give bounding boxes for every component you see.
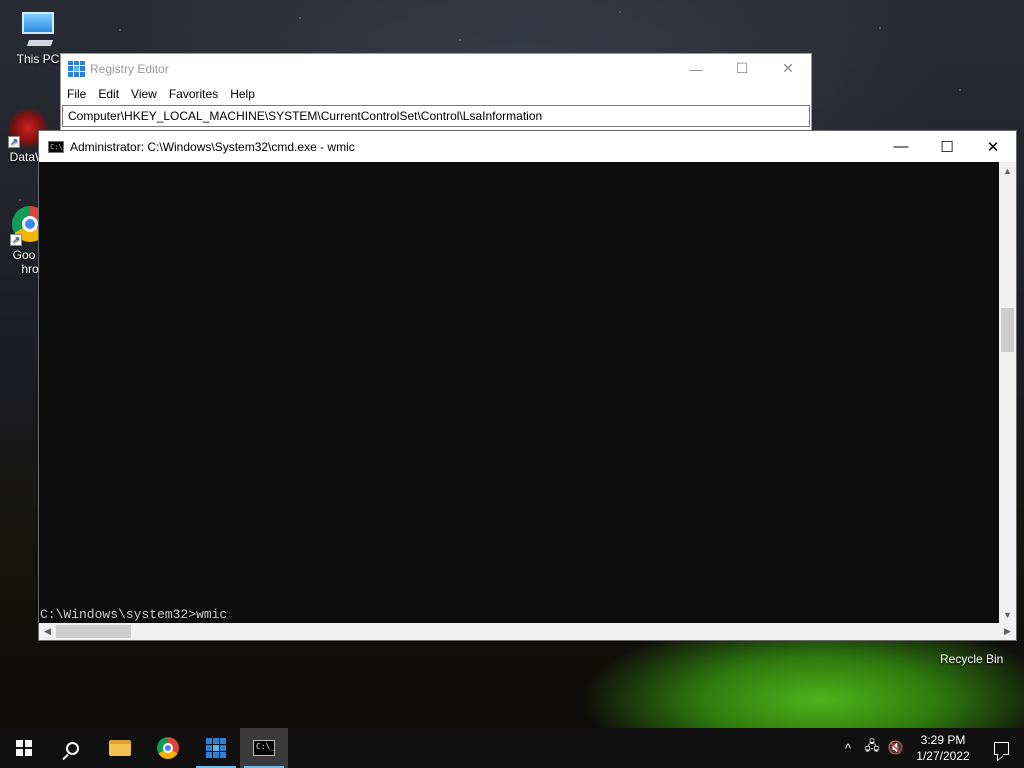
scroll-right-icon[interactable]: ▶ (999, 623, 1016, 640)
menu-view[interactable]: View (131, 87, 157, 101)
show-hidden-icons-chevron-icon[interactable]: ^ (836, 741, 860, 756)
registry-editor-icon (206, 738, 226, 758)
clock-time: 3:29 PM (920, 733, 966, 747)
shortcut-arrow-icon: ↗ (10, 234, 22, 246)
desktop-icon-this-pc[interactable]: This PC (8, 10, 68, 66)
menu-edit[interactable]: Edit (98, 87, 119, 101)
regedit-maximize-button[interactable]: ☐ (719, 54, 765, 83)
regedit-close-button[interactable]: ✕ (765, 54, 811, 83)
taskbar-chrome[interactable] (144, 728, 192, 768)
clock[interactable]: 3:29 PM 1/27/2022 (908, 732, 978, 764)
cmd-console[interactable]: C:\Windows\system32>wmic (39, 162, 999, 623)
shortcut-arrow-icon: ↗ (8, 136, 20, 148)
chrome-icon (157, 737, 179, 759)
regedit-menubar: File Edit View Favorites Help (61, 83, 811, 105)
network-icon[interactable]: 🖧 (860, 737, 884, 759)
menu-help[interactable]: Help (230, 87, 255, 101)
taskbar: C:\_ ^ 🖧 🔇 3:29 PM 1/27/2022 (0, 728, 1024, 768)
windows-logo-icon (16, 740, 32, 756)
menu-file[interactable]: File (67, 87, 86, 101)
cmd-minimize-button[interactable]: — (878, 131, 924, 162)
taskbar-command-prompt[interactable]: C:\_ (240, 728, 288, 768)
scroll-down-icon[interactable]: ▼ (999, 606, 1016, 623)
cmd-icon: C:\_ (253, 740, 275, 756)
taskbar-registry-editor[interactable] (192, 728, 240, 768)
regedit-address-bar[interactable]: Computer\HKEY_LOCAL_MACHINE\SYSTEM\Curre… (62, 105, 810, 127)
system-tray: ^ 🖧 🔇 3:29 PM 1/27/2022 (836, 728, 1024, 768)
notification-icon (993, 741, 1009, 755)
cmd-maximize-button[interactable]: ☐ (924, 131, 970, 162)
volume-muted-icon[interactable]: 🔇 (884, 740, 908, 756)
start-button[interactable] (0, 728, 48, 768)
regedit-titlebar[interactable]: Registry Editor — ☐ ✕ (61, 54, 811, 83)
search-icon (65, 741, 79, 755)
cmd-close-button[interactable]: ✕ (970, 131, 1016, 162)
taskbar-file-explorer[interactable] (96, 728, 144, 768)
cmd-titlebar[interactable]: C:\_ Administrator: C:\Windows\System32\… (39, 131, 1016, 162)
vertical-scroll-thumb[interactable] (1001, 308, 1014, 352)
cmd-title: Administrator: C:\Windows\System32\cmd.e… (70, 139, 355, 154)
scroll-left-icon[interactable]: ◀ (39, 623, 56, 640)
computer-icon (18, 10, 58, 50)
vertical-scrollbar[interactable]: ▲ ▼ (999, 162, 1016, 623)
search-button[interactable] (48, 728, 96, 768)
cmd-window[interactable]: C:\_ Administrator: C:\Windows\System32\… (38, 130, 1017, 641)
scroll-up-icon[interactable]: ▲ (999, 162, 1016, 179)
desktop-icon-label: This PC (16, 52, 60, 66)
registry-editor-window[interactable]: Registry Editor — ☐ ✕ File Edit View Fav… (60, 53, 812, 133)
prompt-line: C:\Windows\system32>wmic (40, 607, 228, 622)
folder-icon (109, 740, 131, 756)
regedit-minimize-button[interactable]: — (673, 54, 719, 83)
cmd-icon: C:\_ (48, 140, 67, 153)
action-center-button[interactable] (978, 741, 1024, 755)
desktop-icon-recycle-bin[interactable]: Recycle Bin (940, 652, 1003, 666)
horizontal-scroll-thumb[interactable] (56, 625, 131, 638)
clock-date: 1/27/2022 (916, 749, 970, 763)
registry-editor-icon (68, 60, 85, 77)
menu-favorites[interactable]: Favorites (169, 87, 218, 101)
horizontal-scrollbar[interactable]: ◀ ▶ (39, 623, 1016, 640)
regedit-title: Registry Editor (90, 61, 169, 76)
